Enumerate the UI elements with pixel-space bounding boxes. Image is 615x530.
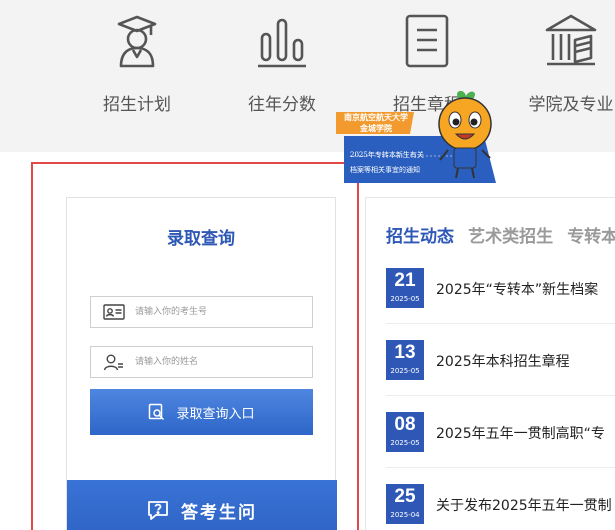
news-year-month: 2025-04 [390, 511, 420, 519]
nav-item-label: 往年分数 [248, 95, 316, 115]
news-tabs: 招生动态 艺术类招生 专转本 [386, 222, 615, 247]
news-day: 13 [394, 342, 416, 363]
bar-chart-icon [258, 18, 306, 68]
document-icon [405, 14, 449, 68]
selection-highlight-frame [31, 162, 359, 530]
news-panel: 招生动态 艺术类招生 专转本 21 2025-05 2025年“专转本”新生档案… [365, 197, 615, 530]
divider [386, 323, 615, 324]
news-title[interactable]: 关于发布2025年五年一贯制 [436, 495, 612, 515]
news-item[interactable]: 21 2025-05 2025年“专转本”新生档案 [386, 268, 615, 308]
news-year-month: 2025-05 [390, 439, 420, 447]
building-icon [545, 14, 597, 66]
tab-transfer[interactable]: 专转本 [567, 222, 615, 247]
news-year-month: 2025-05 [390, 295, 420, 303]
nav-item-scores[interactable]: 往年分数 [227, 10, 337, 115]
badge-notice-line1: 2025年专转本新生有关 [350, 151, 424, 159]
news-date-badge: 25 2025-04 [386, 484, 424, 524]
news-item[interactable]: 25 2025-04 关于发布2025年五年一贯制 [386, 484, 615, 524]
floating-notice-badge[interactable]: 南京航空航天大学 金城学院 2025年专转本新生有关 档案等相关事宜的通知 [334, 90, 499, 185]
badge-school-line1: 南京航空航天大学 [344, 113, 408, 122]
news-day: 25 [394, 486, 416, 507]
tab-admission-news[interactable]: 招生动态 [386, 222, 454, 247]
news-day: 21 [394, 270, 416, 291]
divider [386, 395, 615, 396]
nav-item-plan[interactable]: 招生计划 [82, 10, 192, 115]
news-title[interactable]: 2025年五年一贯制高职“专 [436, 423, 605, 443]
tab-art-admission[interactable]: 艺术类招生 [468, 222, 553, 247]
news-title[interactable]: 2025年本科招生章程 [436, 351, 570, 371]
nav-item-label: 招生计划 [103, 95, 171, 115]
news-title[interactable]: 2025年“专转本”新生档案 [436, 279, 598, 299]
news-date-badge: 21 2025-05 [386, 268, 424, 308]
divider [386, 467, 615, 468]
badge-notice-line2: 档案等相关事宜的通知 [350, 166, 420, 174]
badge-school-line2: 金城学院 [360, 124, 392, 133]
nav-item-colleges[interactable]: 学院及专业 [516, 10, 615, 115]
top-nav: 招生计划 往年分数 招生章程 学院及专业 [0, 0, 615, 152]
news-item[interactable]: 13 2025-05 2025年本科招生章程 [386, 340, 615, 380]
news-year-month: 2025-05 [390, 367, 420, 375]
nav-item-label: 学院及专业 [528, 95, 614, 115]
graduate-icon [117, 15, 157, 68]
orange-mascot-icon [438, 90, 492, 179]
news-date-badge: 08 2025-05 [386, 412, 424, 452]
news-date-badge: 13 2025-05 [386, 340, 424, 380]
news-day: 08 [394, 414, 416, 435]
news-item[interactable]: 08 2025-05 2025年五年一贯制高职“专 [386, 412, 615, 452]
